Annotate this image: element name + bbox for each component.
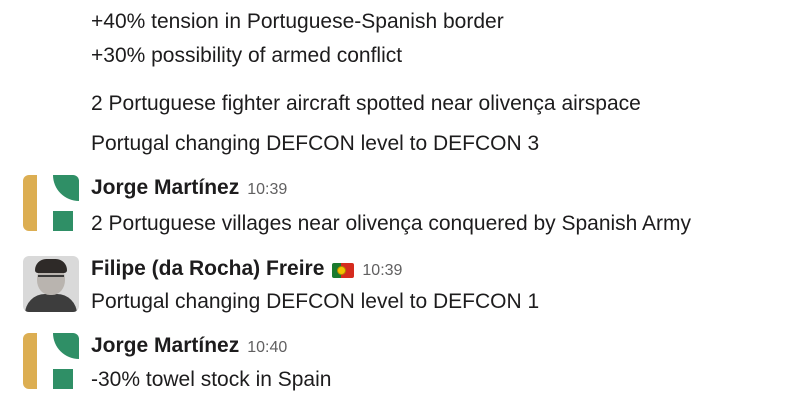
message-line: Portugal changing DEFCON level to DEFCON… [91,132,540,155]
logo-leaf [53,333,79,359]
message-timestamp[interactable]: 10:40 [247,339,287,357]
message-text: -30% towel stock in Spain [91,368,332,391]
author-avatar[interactable] [23,333,79,389]
message-header: Jorge Martínez 10:40 [91,333,287,359]
avatar-glasses [38,275,64,281]
logo-bar [23,333,37,389]
message-line: +30% possibility of armed conflict [91,44,403,67]
author-avatar[interactable] [23,175,79,231]
message-line: +40% tension in Portuguese-Spanish borde… [91,10,504,33]
portugal-flag-icon[interactable] [332,262,355,278]
message-timestamp[interactable]: 10:39 [362,262,402,280]
avatar-hair [35,259,67,273]
message-text: Portugal changing DEFCON level to DEFCON… [91,290,540,313]
author-name[interactable]: Jorge Martínez [91,333,239,359]
message-text: 2 Portuguese villages near olivença conq… [91,212,692,235]
author-name[interactable]: Filipe (da Rocha) Freire [91,256,324,282]
logo-leaf [53,175,79,201]
author-avatar[interactable] [23,256,79,312]
message-header: Filipe (da Rocha) Freire 10:39 [91,256,402,282]
avatar-body [25,294,77,312]
logo-bar [23,175,37,231]
message-header: Jorge Martínez 10:39 [91,175,287,201]
message-timestamp[interactable]: 10:39 [247,181,287,199]
message-line: 2 Portuguese fighter aircraft spotted ne… [91,92,641,115]
author-name[interactable]: Jorge Martínez [91,175,239,201]
logo-square [53,369,73,389]
logo-square [53,211,73,231]
